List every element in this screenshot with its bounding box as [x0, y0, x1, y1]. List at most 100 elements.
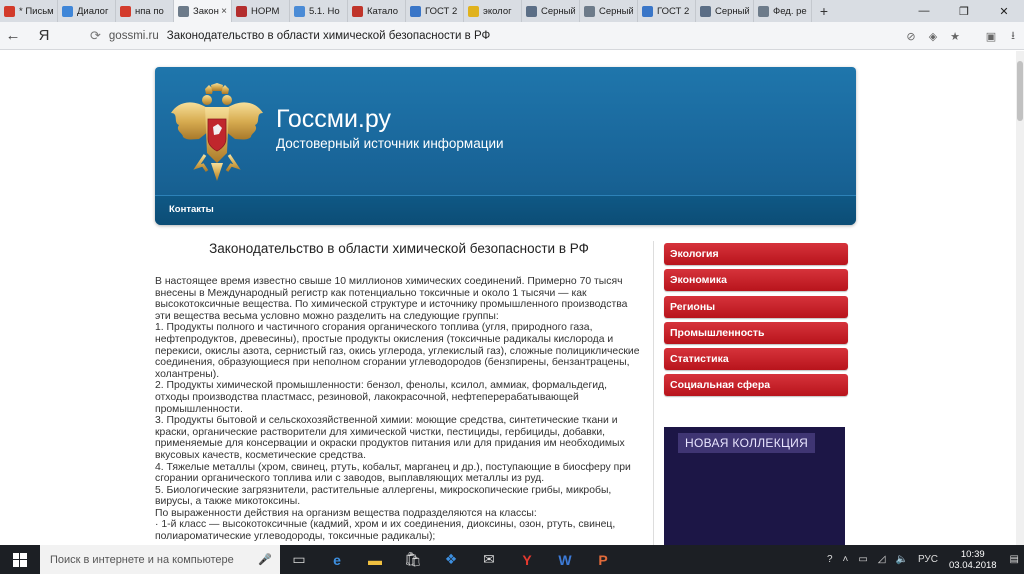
browser-tab-strip: * Письм Диалог нпа по Закон × НОРМ 5.1. Но Ката… — [0, 0, 1024, 22]
tab-title: * Письм — [19, 5, 53, 17]
article: Законодательство в области химической бе… — [155, 241, 643, 543]
yandex-logo-icon: Я — [38, 27, 50, 44]
tab-favicon-icon — [526, 5, 537, 17]
browser-tab[interactable]: Серный — [522, 0, 580, 22]
tab-favicon-icon — [758, 5, 769, 17]
article-paragraph: 4. Тяжелые металлы (хром, свинец, ртуть,… — [155, 461, 631, 485]
powerpoint-icon[interactable]: P — [584, 545, 622, 574]
browser-tab[interactable]: Серный — [580, 0, 638, 22]
tray-arrow-icon[interactable]: ˄ — [843, 554, 849, 565]
notifications-icon[interactable]: ▤ — [1010, 554, 1019, 565]
russian-coat-of-arms-icon — [171, 83, 263, 181]
download-icon[interactable]: ⭳ — [1002, 27, 1024, 46]
battery-icon[interactable]: ▭ — [858, 554, 867, 565]
article-paragraph: 5. Биологические загрязнители, раститель… — [155, 484, 612, 508]
yandex-home-button[interactable]: Я — [26, 27, 62, 44]
tab-favicon-icon — [236, 5, 247, 17]
site-slogan: Достоверный источник информации — [276, 136, 504, 151]
browser-tab[interactable]: 5.1. Но — [290, 0, 348, 22]
tab-title: ГОСТ 2 — [657, 5, 690, 17]
system-tray: ? ˄ ▭ ◿ 🔈 РУС 10:39 03.04.2018 ▤ — [822, 545, 1024, 574]
article-heading: Законодательство в области химической бе… — [209, 241, 589, 256]
back-button[interactable]: ← — [0, 23, 26, 49]
help-icon[interactable]: ? — [827, 554, 833, 565]
start-button[interactable] — [0, 545, 40, 574]
tab-favicon-icon — [700, 5, 711, 17]
tab-title: Закон — [193, 5, 219, 17]
clock[interactable]: 10:39 03.04.2018 — [949, 549, 997, 571]
tab-favicon-icon — [120, 5, 131, 17]
sidebar-item[interactable]: Статистика — [664, 348, 848, 371]
tab-favicon-icon — [642, 5, 653, 17]
taskbar-search-box[interactable]: Поиск в интернете и на компьютере 🎤 — [40, 545, 280, 574]
browser-tab[interactable]: Серный — [696, 0, 754, 22]
window-controls: — ❐ ✕ — [904, 0, 1024, 22]
clock-date: 03.04.2018 — [949, 559, 997, 571]
article-paragraph: 1. Продукты полного и частичного сгорани… — [155, 322, 640, 380]
bookmarks-panel-icon[interactable]: ▣ — [980, 30, 1002, 43]
browser-tab[interactable]: эколог — [464, 0, 522, 22]
reload-icon[interactable]: ⟳ — [90, 28, 101, 44]
new-tab-button[interactable]: + — [812, 0, 836, 22]
yandex-browser-icon[interactable]: Y — [508, 545, 546, 574]
tab-title: Фед. ре — [773, 5, 807, 17]
bookmark-star-icon[interactable]: ★ — [944, 30, 966, 43]
microphone-icon[interactable]: 🎤 — [258, 553, 272, 566]
volume-icon[interactable]: 🔈 — [896, 554, 908, 565]
tab-favicon-icon — [62, 5, 73, 17]
sidebar-menu: Экология Экономика Регионы Промышленность Ст… — [664, 243, 848, 401]
sidebar-item[interactable]: Социальная сфера — [664, 374, 848, 397]
tab-favicon-icon — [468, 5, 479, 17]
tab-favicon-icon — [584, 5, 595, 17]
tab-close-icon[interactable]: × — [221, 6, 227, 17]
file-explorer-icon[interactable]: ▬ — [356, 545, 394, 574]
block-icon[interactable]: ⊘ — [900, 30, 922, 43]
browser-tab[interactable]: Фед. ре — [754, 0, 812, 22]
ad-banner[interactable]: НОВАЯ КОЛЛЕКЦИЯ — [664, 427, 845, 545]
address-bar: ← Я ⟳ gossmi.ru Законодательство в облас… — [0, 22, 1024, 50]
article-paragraph: 3. Продукты бытовой и сельскохозяйственн… — [155, 415, 625, 461]
taskbar-search-placeholder: Поиск в интернете и на компьютере — [50, 553, 234, 566]
browser-tab[interactable]: * Письм — [0, 0, 58, 22]
article-paragraph: 2. Продукты химической промышленности: б… — [155, 380, 608, 415]
browser-tab[interactable]: Диалог — [58, 0, 116, 22]
browser-tab[interactable]: нпа по — [116, 0, 174, 22]
browser-tab[interactable]: Катало — [348, 0, 406, 22]
network-icon[interactable]: ◿ — [878, 554, 886, 565]
browser-tab[interactable]: НОРМ — [232, 0, 290, 22]
page-scrollbar[interactable] — [1016, 51, 1024, 545]
close-window-button[interactable]: ✕ — [984, 0, 1024, 22]
task-view-icon[interactable]: ▭ — [280, 545, 318, 574]
word-icon[interactable]: W — [546, 545, 584, 574]
web-page: Госсми.ру Достоверный источник информаци… — [0, 51, 1024, 545]
url-page-title: Законодательство в области химической бе… — [166, 30, 491, 42]
browser-tab[interactable]: Закон × — [174, 0, 232, 22]
windows-logo-icon — [13, 552, 27, 567]
store-icon[interactable]: 🛍 — [394, 545, 432, 574]
url-field[interactable]: ⟳ gossmi.ru Законодательство в области х… — [90, 25, 965, 47]
tab-title: Диалог — [77, 5, 109, 17]
tab-favicon-icon — [410, 5, 421, 17]
sidebar-item[interactable]: Промышленность — [664, 321, 848, 344]
tab-title: Серный — [541, 5, 575, 17]
tab-title: Серный — [599, 5, 633, 17]
browser-tab[interactable]: ГОСТ 2 — [406, 0, 464, 22]
tab-title: ГОСТ 2 — [425, 5, 458, 17]
sidebar-item[interactable]: Регионы — [664, 295, 848, 318]
tab-title: НОРМ — [251, 5, 280, 17]
edge-browser-icon[interactable]: e — [318, 545, 356, 574]
toolbar-icons: ⊘ ◈ ★ ▣ ⭳ — [900, 22, 1024, 50]
browser-tab[interactable]: ГОСТ 2 — [638, 0, 696, 22]
sidebar-item[interactable]: Экономика — [664, 269, 848, 292]
mail-icon[interactable]: ✉ — [470, 545, 508, 574]
minimize-button[interactable]: — — [904, 0, 944, 22]
sidebar-item[interactable]: Экология — [664, 243, 848, 265]
language-indicator[interactable]: РУС — [918, 554, 938, 565]
tab-title: Серный — [715, 5, 749, 17]
nav-link-contacts[interactable]: Контакты — [169, 204, 214, 215]
restore-button[interactable]: ❐ — [944, 0, 984, 22]
protect-icon[interactable]: ◈ — [922, 30, 944, 43]
scrollbar-thumb[interactable] — [1017, 61, 1023, 121]
dropbox-icon[interactable]: ❖ — [432, 545, 470, 574]
tab-title: эколог — [483, 5, 512, 17]
